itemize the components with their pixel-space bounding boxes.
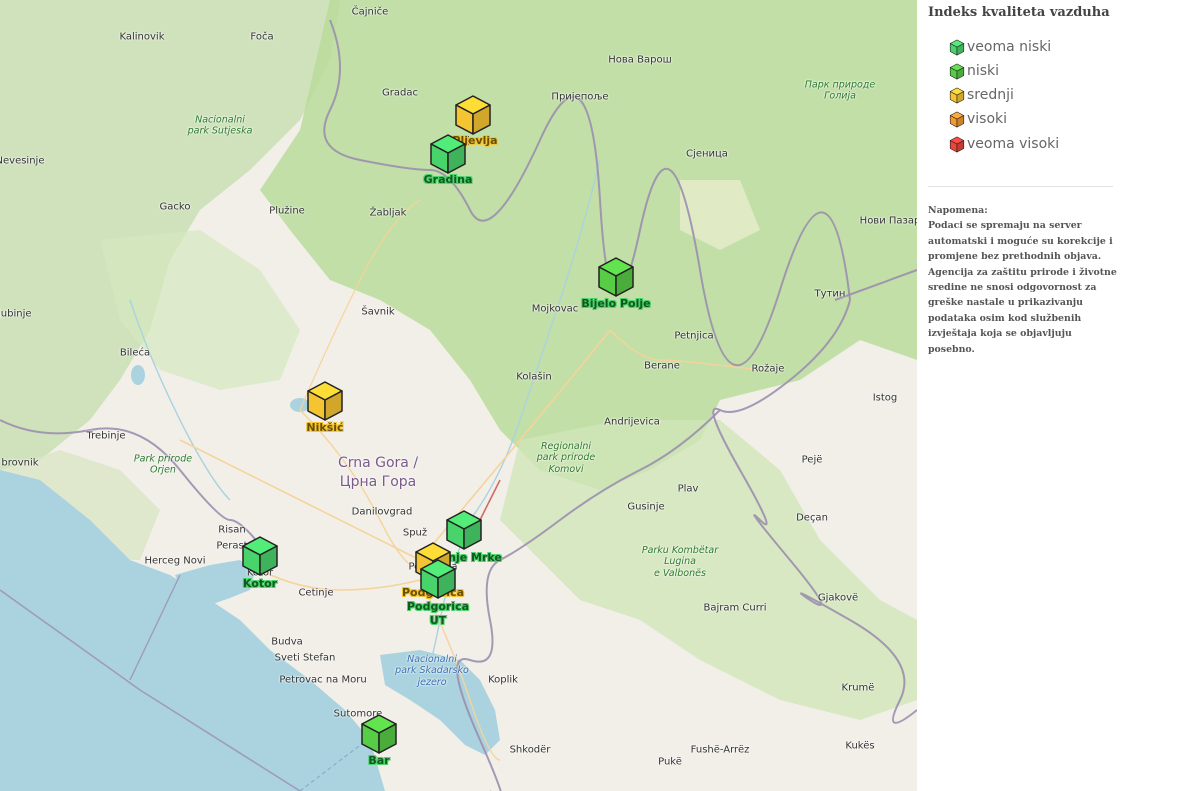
legend-panel: Indeks kvaliteta vazduha veoma niski nisk… (917, 0, 1178, 791)
place-label-dubrovnik: brovnik (1, 457, 39, 469)
cube-icon (455, 95, 491, 135)
map-view[interactable]: Čajniče Kalinovik Foča Нова Варош Парк приро… (0, 0, 917, 791)
note-block: Napomena: Podaci se spremaju na server a… (928, 203, 1118, 357)
legend-item-label: veoma visoki (967, 136, 1060, 152)
station-label-kotor[interactable]: Kotor (243, 577, 277, 591)
legend-item-label: srednji (967, 87, 1014, 103)
place-label-gacko: Gacko (159, 201, 191, 213)
station-marker-bijelo-polje[interactable] (596, 256, 636, 298)
place-label-tutin: Тутин (814, 288, 846, 300)
place-label-nova-varos: Нова Варош (608, 54, 672, 66)
place-label-park-skadar: Nacionalni park Skadarsko jezero (395, 653, 469, 688)
cube-icon (949, 111, 965, 128)
cube-icon (949, 136, 965, 153)
place-label-park-valbones: Parku Kombëtar Lugina e Valbonës (641, 544, 719, 579)
legend-title: Indeks kvaliteta vazduha (928, 5, 1110, 20)
place-label-kalinovik: Kalinovik (119, 31, 165, 43)
place-label-istog: Istog (872, 392, 898, 404)
place-label-bajram-curri: Bajram Curri (703, 602, 767, 614)
place-label-decan: Deçan (796, 512, 828, 524)
place-label-kolasin: Kolašin (516, 371, 552, 383)
note-heading: Napomena: (928, 205, 988, 216)
place-label-fushe-arrez: Fushë-Arrëz (690, 744, 750, 756)
place-label-gjakove: Gjakovë (817, 592, 859, 604)
station-marker-gradina[interactable] (428, 133, 468, 175)
place-label-puke: Pukë (658, 756, 682, 768)
place-label-kukes: Kukës (845, 740, 875, 752)
station-marker-pljevlja[interactable] (453, 94, 493, 136)
cube-icon (242, 536, 278, 576)
place-label-petrovac: Petrovac na Moru (279, 674, 367, 686)
place-label-park-golija: Парк природе Голија (804, 79, 876, 102)
cube-icon (949, 87, 965, 104)
place-label-budva: Budva (271, 636, 303, 648)
place-label-park-komovi: Regionalni park prirode Komovi (536, 440, 596, 475)
cube-icon (598, 257, 634, 297)
place-label-gusinje: Gusinje (627, 501, 665, 513)
place-label-kruma: Krumë (841, 682, 875, 694)
station-label-bar[interactable]: Bar (368, 754, 389, 768)
place-label-petnjica: Petnjica (674, 330, 714, 342)
place-label-cetinje: Cetinje (298, 587, 334, 599)
place-label-danilovgrad: Danilovgrad (351, 506, 413, 518)
station-label-podgorica-ut[interactable]: Podgorica UT (407, 600, 469, 628)
legend-item-label: veoma niski (967, 39, 1052, 55)
place-label-gradac: Gradac (382, 87, 418, 99)
place-label-park-sutjeska: Nacionalni park Sutjeska (187, 114, 253, 137)
place-label-sveti-stefan: Sveti Stefan (274, 652, 336, 664)
place-label-rozaje: Rožaje (751, 363, 785, 375)
legend-item: veoma niski (949, 38, 1051, 56)
place-label-andrijevica: Andrijevica (604, 416, 660, 428)
legend-item: veoma visoki (949, 135, 1059, 153)
place-label-plav: Plav (677, 483, 699, 495)
legend-item-label: visoki (967, 111, 1008, 127)
legend-item-label: niski (967, 63, 1000, 79)
station-label-gradina[interactable]: Gradina (424, 173, 473, 187)
legend-item: visoki (949, 110, 1007, 128)
place-label-pluzine: Plužine (269, 205, 305, 217)
note-text: Podaci se spremaju na server automatski … (928, 220, 1117, 355)
place-label-risan: Risan (218, 524, 246, 536)
place-label-trebinje: Trebinje (86, 430, 126, 442)
place-label-park-orjen: Park prirode Orjen (133, 453, 193, 476)
cube-icon (420, 559, 456, 599)
place-label-spuz: Spuž (402, 527, 428, 539)
cube-icon (949, 63, 965, 80)
legend-item: srednji (949, 86, 1014, 104)
cube-icon (361, 714, 397, 754)
cube-icon (430, 134, 466, 174)
station-marker-podgorica-ut[interactable] (418, 558, 458, 600)
place-label-cajnice: Čajniče (351, 6, 389, 18)
place-label-savnik: Šavnik (361, 306, 395, 318)
place-label-herceg-novi: Herceg Novi (144, 555, 206, 567)
cube-icon (949, 39, 965, 56)
station-marker-kotor[interactable] (240, 535, 280, 577)
place-label-ljubinje: Ljubinje (0, 308, 32, 320)
station-label-niksic[interactable]: Nikšić (306, 421, 343, 435)
place-label-mojkovac: Mojkovac (531, 303, 579, 315)
divider (928, 186, 1113, 187)
place-label-zabljak: Žabljak (369, 207, 407, 219)
place-label-berane: Berane (644, 360, 680, 372)
place-label-prijepolje: Пријепоље (551, 91, 609, 103)
place-label-sjenica: Сјеница (686, 148, 728, 160)
station-label-bijelo-polje[interactable]: Bijelo Polje (581, 297, 650, 311)
place-label-crna-gora: Crna Gora / Црна Гора (337, 455, 419, 490)
place-label-novi-pazar: Нови Пазар (859, 215, 917, 227)
station-marker-bar[interactable] (359, 713, 399, 755)
place-label-nevesinje: Nevesinje (0, 155, 45, 167)
place-label-shkoder: Shkodër (509, 744, 551, 756)
cube-icon (307, 381, 343, 421)
place-label-koplik: Koplik (488, 674, 518, 686)
station-marker-niksic[interactable] (305, 380, 345, 422)
legend-item: niski (949, 62, 999, 80)
place-label-foca: Foča (250, 31, 274, 43)
place-label-bileca: Bileća (119, 347, 151, 359)
place-label-pec: Pejë (801, 454, 823, 466)
